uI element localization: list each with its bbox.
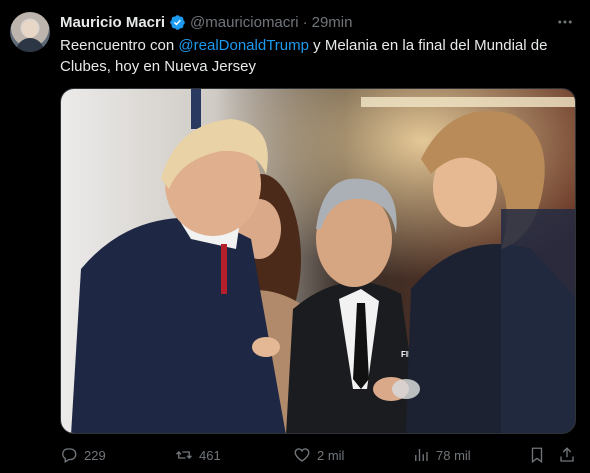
photo-illustration: FIFA xyxy=(61,89,575,433)
share-icon xyxy=(560,447,574,462)
like-icon xyxy=(294,448,310,462)
more-icon[interactable] xyxy=(554,12,576,32)
separator-dot: · xyxy=(302,13,308,31)
reply-count: 229 xyxy=(84,447,106,463)
views-button[interactable]: 78 mil xyxy=(412,446,471,464)
repost-icon xyxy=(176,451,192,459)
tweet-card[interactable]: Mauricio Macri @mauriciomacri · 29min Re… xyxy=(0,0,590,473)
author-name[interactable]: Mauricio Macri xyxy=(60,14,165,31)
tweet-text-start: Reencuentro con xyxy=(60,37,179,54)
repost-button[interactable]: 461 xyxy=(175,446,221,464)
tweet-header: Mauricio Macri @mauriciomacri · 29min xyxy=(60,12,352,32)
like-count: 2 mil xyxy=(317,447,345,463)
bookmark-icon xyxy=(531,447,543,464)
like-button[interactable]: 2 mil xyxy=(293,446,344,464)
reply-icon xyxy=(62,448,77,463)
views-icon xyxy=(415,449,428,461)
bookmark-button[interactable] xyxy=(528,446,546,464)
views-count: 78 mil xyxy=(436,447,471,463)
author-handle[interactable]: @mauriciomacri xyxy=(190,14,299,31)
avatar[interactable] xyxy=(10,12,50,52)
share-button[interactable] xyxy=(558,446,576,464)
tweet-text: Reencuentro con @realDonaldTrump y Melan… xyxy=(60,35,575,77)
tweet-photo[interactable]: FIFA xyxy=(60,88,576,434)
verified-badge-icon xyxy=(170,14,185,30)
reply-button[interactable]: 229 xyxy=(60,446,106,464)
action-bar: 229 461 2 mil 78 mil xyxy=(60,444,580,466)
tweet-timestamp[interactable]: 29min xyxy=(312,14,353,31)
repost-count: 461 xyxy=(199,447,221,463)
mention-link[interactable]: @realDonaldTrump xyxy=(178,37,309,54)
